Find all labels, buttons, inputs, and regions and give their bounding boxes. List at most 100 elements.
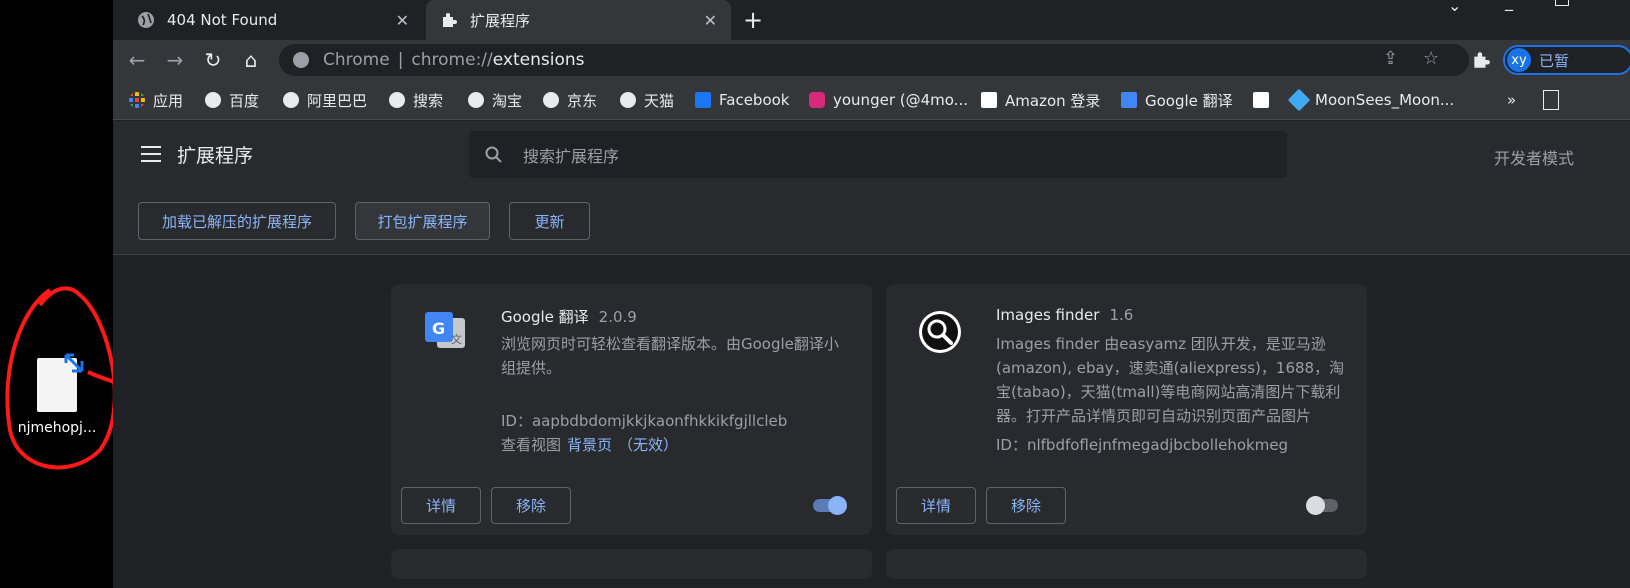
extension-version: 2.0.9 — [598, 308, 637, 326]
developer-actions: 加载已解压的扩展程序 打包扩展程序 更新 — [113, 187, 1630, 255]
enable-toggle[interactable] — [811, 496, 847, 515]
bookmark-alibaba[interactable]: 阿里巴巴 — [283, 90, 367, 110]
extension-id: ID：nlfbdfoflejnfmegadjbcbollehokmeg — [996, 436, 1289, 454]
svg-text:文: 文 — [451, 332, 462, 346]
extension-name: Images finder 1.6 — [996, 306, 1133, 324]
bookmark-amazon[interactable] — [1253, 90, 1277, 110]
update-button[interactable]: 更新 — [509, 202, 590, 240]
diamond-icon — [1287, 88, 1311, 112]
tab-404[interactable]: 404 Not Found ✕ — [123, 0, 423, 40]
bookmark-search[interactable]: 搜索 — [389, 90, 443, 110]
globe-icon — [468, 92, 484, 108]
toolbar: ← → ↻ ⌂ Chrome | chrome:// extensions ⇪ … — [113, 40, 1630, 80]
reload-icon[interactable]: ↻ — [201, 48, 225, 72]
bookmark-jd[interactable]: 京东 — [543, 90, 597, 110]
extensions-puzzle-icon[interactable] — [1471, 50, 1491, 70]
bookmark-label: 淘宝 — [492, 91, 523, 110]
details-button[interactable]: 详情 — [401, 487, 481, 524]
search-input[interactable]: 搜索扩展程序 — [469, 131, 1287, 178]
bookmark-baidu[interactable]: 百度 — [205, 90, 259, 110]
omnibox-separator: | — [397, 50, 404, 70]
close-tab-icon[interactable]: ✕ — [704, 11, 717, 30]
page-title: 扩展程序 — [177, 145, 254, 167]
chrome-icon — [293, 52, 309, 68]
tab-search-icon[interactable]: ⌄ — [1448, 0, 1461, 15]
bookmark-taobao[interactable]: 淘宝 — [468, 90, 522, 110]
enable-toggle[interactable] — [1306, 496, 1342, 515]
tab-strip: 404 Not Found ✕ 扩展程序 ✕ + ⌄ _ — [113, 0, 1630, 40]
amazon-icon — [1253, 92, 1269, 108]
back-icon[interactable]: ← — [125, 48, 149, 72]
tab-extensions[interactable]: 扩展程序 ✕ — [426, 0, 731, 40]
bookmark-google-translate[interactable]: Google 翻译 — [1121, 90, 1233, 110]
inactive-status: （无效） — [618, 436, 679, 454]
address-bar[interactable]: Chrome | chrome:// extensions — [279, 44, 1469, 76]
load-unpacked-button[interactable]: 加载已解压的扩展程序 — [138, 202, 336, 240]
bookmark-label: Google 翻译 — [1145, 91, 1233, 110]
bookmark-facebook[interactable]: Facebook — [695, 90, 789, 110]
new-tab-button[interactable]: + — [743, 6, 763, 34]
puzzle-icon — [443, 13, 457, 27]
bookmark-label: Facebook — [719, 91, 790, 109]
extension-title: Images finder — [996, 306, 1100, 324]
apps-grid-icon — [129, 92, 145, 108]
globe-icon — [389, 92, 405, 108]
instagram-icon — [809, 92, 825, 108]
bookmark-instagram[interactable]: younger (@4mo... — [809, 90, 968, 110]
globe-icon — [205, 92, 221, 108]
pack-extension-button[interactable]: 打包扩展程序 — [355, 202, 490, 240]
bookmark-label: 百度 — [229, 91, 260, 110]
extension-description: Images finder 由easyamz 团队开发，是亚马逊(amazon)… — [996, 335, 1345, 425]
reading-list-icon[interactable] — [1543, 90, 1559, 110]
bookmark-label: 天猫 — [644, 91, 675, 110]
details-button[interactable]: 详情 — [896, 487, 976, 524]
bookmark-label: 京东 — [567, 91, 598, 110]
menu-icon[interactable] — [141, 146, 161, 162]
maximize-icon[interactable] — [1555, 0, 1569, 6]
globe-icon — [543, 92, 559, 108]
extension-title: Google 翻译 — [501, 308, 589, 326]
svg-text:G: G — [432, 319, 445, 338]
extensions-header: 扩展程序 搜索扩展程序 开发者模式 — [113, 121, 1630, 187]
tab-title: 404 Not Found — [167, 11, 278, 29]
extension-description: 浏览网页时可轻松查看翻译版本。由Google翻译小组提供。 — [501, 335, 839, 377]
minimize-icon[interactable]: _ — [1505, 0, 1513, 11]
views-label: 查看视图 — [501, 436, 562, 454]
extension-id: ID：aapbdbdomjkkjkaonfhkkikfgjllcleb — [501, 412, 788, 430]
bookmark-tmall[interactable]: 天猫 — [620, 90, 674, 110]
bookmark-label: Amazon 登录 — [1005, 91, 1101, 110]
profile-button[interactable]: xy 已暂 — [1503, 45, 1630, 75]
close-tab-icon[interactable]: ✕ — [396, 11, 409, 30]
url-host: extensions — [492, 50, 585, 70]
bookmark-star-icon[interactable]: ☆ — [1423, 48, 1439, 69]
extension-version: 1.6 — [1109, 306, 1134, 324]
bookmark-amazon-login[interactable]: Amazon 登录 — [981, 90, 1100, 110]
magnifier-icon — [919, 311, 961, 353]
globe-icon — [283, 92, 299, 108]
extension-card-images-finder: Images finder 1.6 Images finder 由easyamz … — [886, 284, 1367, 535]
url-scheme: chrome:// — [411, 50, 493, 70]
bookmark-label: younger (@4mo... — [833, 91, 968, 109]
bookmark-label: 阿里巴巴 — [307, 91, 368, 110]
home-icon[interactable]: ⌂ — [239, 48, 263, 72]
forward-icon[interactable]: → — [163, 48, 187, 72]
bookmark-apps[interactable]: 应用 — [129, 90, 183, 110]
extension-card-partial — [391, 549, 872, 579]
bookmark-moonsees[interactable]: MoonSees_Moon... — [1287, 88, 1454, 112]
globe-icon — [620, 92, 636, 108]
extension-card-partial — [886, 549, 1367, 579]
developer-mode-label[interactable]: 开发者模式 — [1494, 145, 1574, 169]
share-icon[interactable]: ⇪ — [1383, 48, 1398, 69]
profile-status: 已暂 — [1539, 51, 1570, 70]
extensions-list: G 文 Google 翻译 2.0.9 浏览网页时可轻松查看翻译版本。由Googl… — [113, 256, 1630, 588]
omnibox-label: Chrome — [323, 50, 390, 70]
bookmarks-overflow-button[interactable]: » — [1507, 90, 1516, 110]
amazon-icon — [981, 92, 997, 108]
avatar: xy — [1507, 48, 1531, 72]
background-page-link[interactable]: 背景页 — [567, 436, 612, 454]
google-translate-icon: G 文 — [425, 312, 465, 348]
remove-button[interactable]: 移除 — [491, 487, 571, 524]
bookmark-label: 应用 — [153, 91, 184, 110]
facebook-icon — [695, 92, 711, 108]
remove-button[interactable]: 移除 — [986, 487, 1066, 524]
